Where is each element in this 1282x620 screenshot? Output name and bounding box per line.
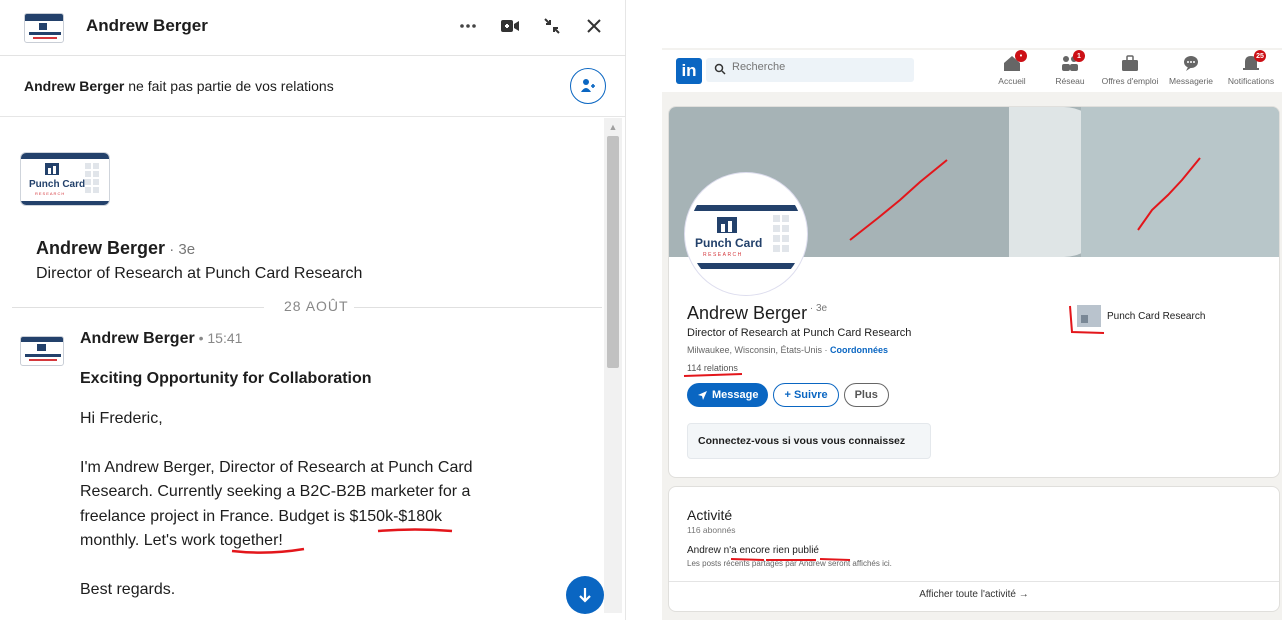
profile-photo[interactable]: Punch Card RESEARCH <box>685 173 807 295</box>
message-body-line: Research. Currently seeking a B2C-B2B ma… <box>80 483 471 500</box>
svg-text:Punch Card: Punch Card <box>695 236 762 250</box>
not-connected-notice: Andrew Berger ne fait pas partie de vos … <box>0 57 626 117</box>
search-icon <box>714 63 726 75</box>
home-icon: • <box>1001 50 1027 72</box>
divider <box>669 581 1279 582</box>
profile-headline: Director of Research at Punch Card Resea… <box>687 327 912 339</box>
message-body-line: I'm Andrew Berger, Director of Research … <box>80 459 473 476</box>
follow-button[interactable]: + Suivre <box>773 383 839 407</box>
company-logo-avatar[interactable] <box>24 13 64 43</box>
nav-label: Notifications <box>1227 76 1275 86</box>
svg-text:RESEARCH: RESEARCH <box>35 191 65 196</box>
chat-profile-name-text[interactable]: Andrew Berger <box>36 238 165 258</box>
sender-name[interactable]: Andrew Berger <box>80 330 195 347</box>
message-body-line: freelance project in France. Budget is $… <box>80 508 442 525</box>
activity-note: Les posts récents partagés par Andrew se… <box>687 559 892 568</box>
messaging-panel: Andrew Berger Andrew Berger ne fait pas … <box>0 0 626 620</box>
close-icon[interactable] <box>584 12 604 40</box>
message-button-label: Message <box>712 389 759 401</box>
svg-text:RESEARCH: RESEARCH <box>703 252 743 258</box>
search-input[interactable] <box>732 61 902 73</box>
connections-count[interactable]: 114 relations <box>687 363 738 373</box>
nav-messaging[interactable]: Messagerie <box>1164 54 1218 90</box>
profile-card: Punch Card RESEARCH Andrew Berger · 3e D… <box>668 106 1280 478</box>
network-icon: 1 <box>1059 50 1085 72</box>
activity-message: Andrew n'a encore rien publié <box>687 545 819 556</box>
more-options-icon[interactable] <box>458 12 478 40</box>
chat-profile-name[interactable]: Andrew Berger · 3e <box>36 238 195 259</box>
notice-contact-name[interactable]: Andrew Berger <box>24 78 124 94</box>
scroll-thumb[interactable] <box>607 136 619 368</box>
nav-home[interactable]: • Accueil <box>992 50 1032 90</box>
date-label: 28 AOÛT <box>284 298 349 314</box>
current-company[interactable]: Punch Card Research <box>1077 305 1205 327</box>
nav-label: Offres d'emploi <box>1101 76 1159 86</box>
scroll-up-arrow-icon[interactable]: ▲ <box>604 120 622 134</box>
banner-decoration <box>1081 107 1279 257</box>
nav-label: Accueil <box>998 76 1026 86</box>
activity-card: Activité 116 abonnés Andrew n'a encore r… <box>668 486 1280 612</box>
briefcase-icon <box>1119 54 1141 72</box>
nav-label: Réseau <box>1055 76 1085 86</box>
linkedin-topbar: in • Accueil 1 Réseau Offres d'emploi Me… <box>662 50 1282 92</box>
profile-name-text: Andrew Berger <box>687 303 808 323</box>
notifications-badge: 25 <box>1254 50 1266 62</box>
minimize-icon[interactable] <box>542 12 562 40</box>
show-all-activity-link[interactable]: Afficher toute l'activité → <box>669 589 1279 600</box>
nav-notifications[interactable]: 25 Notifications <box>1224 50 1278 90</box>
profile-location: Milwaukee, Wisconsin, États-Unis · Coord… <box>687 345 888 355</box>
message-greeting: Hi Frederic, <box>80 410 163 427</box>
arrow-down-icon <box>579 588 591 603</box>
nav-label: Messagerie <box>1169 76 1213 86</box>
company-logo[interactable]: Punch Card RESEARCH <box>20 152 110 206</box>
connection-degree: · 3e <box>165 241 196 258</box>
nav-jobs[interactable]: Offres d'emploi <box>1098 54 1162 90</box>
search-bar[interactable] <box>706 58 914 82</box>
svg-text:Punch Card: Punch Card <box>29 179 85 190</box>
add-connection-button[interactable] <box>570 68 606 104</box>
add-person-icon <box>581 79 595 92</box>
contact-info-link[interactable]: Coordonnées <box>830 345 888 355</box>
notice-text: ne fait pas partie de vos relations <box>124 78 334 94</box>
scroll-to-bottom-button[interactable] <box>566 576 604 614</box>
location-text: Milwaukee, Wisconsin, États-Unis · <box>687 345 831 355</box>
network-badge: 1 <box>1073 50 1085 62</box>
bell-icon: 25 <box>1240 50 1266 72</box>
message-button[interactable]: Message <box>687 383 769 407</box>
sender-avatar[interactable] <box>20 336 64 366</box>
send-icon <box>698 390 707 400</box>
company-name[interactable]: Punch Card Research <box>1107 311 1205 322</box>
chat-contact-name[interactable]: Andrew Berger <box>86 16 208 36</box>
nav-network[interactable]: 1 Réseau <box>1052 50 1088 90</box>
message-closing: Best regards. <box>80 581 176 598</box>
message-body-line: monthly. Let's work together! <box>80 532 283 549</box>
date-separator: 28 AOÛT <box>12 298 602 316</box>
message-icon <box>1180 54 1202 72</box>
home-badge: • <box>1015 50 1027 62</box>
chat-profile-headline: Director of Research at Punch Card Resea… <box>36 265 363 282</box>
message-subject: Exciting Opportunity for Collaboration <box>80 370 372 387</box>
connect-prompt[interactable]: Connectez-vous si vous vous connaissez <box>687 423 931 459</box>
company-logo-icon <box>1077 305 1101 327</box>
profile-name: Andrew Berger · 3e <box>687 303 827 324</box>
profile-degree: · 3e <box>807 303 828 314</box>
more-button[interactable]: Plus <box>843 383 889 407</box>
chat-scrollbar[interactable]: ▲ <box>604 118 622 613</box>
linkedin-logo[interactable]: in <box>676 58 702 84</box>
activity-title: Activité <box>687 507 733 523</box>
message-sender: Andrew Berger • 15:41 <box>80 330 242 348</box>
followers-count: 116 abonnés <box>687 525 736 535</box>
message-time: • 15:41 <box>194 330 243 346</box>
chat-header: Andrew Berger <box>0 0 626 56</box>
video-call-icon[interactable] <box>500 12 520 40</box>
